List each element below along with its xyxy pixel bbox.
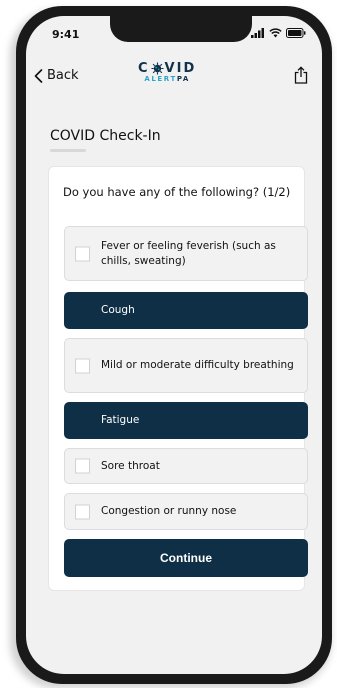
symptom-option-fever[interactable]: Fever or feeling feverish (such as chill…: [64, 226, 308, 281]
checkin-card: Do you have any of the following? (1/2) …: [48, 166, 308, 591]
share-icon: [294, 66, 308, 84]
chevron-left-icon: [34, 68, 43, 83]
status-icons: [251, 28, 306, 38]
symptom-option-breathing[interactable]: Mild or moderate difficulty breathing: [64, 338, 308, 393]
phone-screen: 9:41 Back C VID ALERTPA COVID Check-In D…: [26, 16, 322, 674]
option-label: Mild or moderate difficulty breathing: [101, 359, 294, 371]
symptom-option-sore-throat[interactable]: Sore throat: [64, 448, 308, 484]
continue-button[interactable]: Continue: [64, 539, 308, 577]
virus-icon: [151, 62, 164, 75]
checkbox[interactable]: [75, 458, 90, 474]
phone-frame: 9:41 Back C VID ALERTPA COVID Check-In D…: [16, 6, 332, 684]
battery-icon: [286, 28, 306, 38]
checkbox[interactable]: [75, 504, 90, 519]
option-label: Fatigue: [101, 414, 140, 426]
title-underline: [50, 149, 86, 152]
page-title: COVID Check-In: [50, 128, 161, 144]
logo-text-c: C: [138, 61, 150, 76]
symptom-option-congestion[interactable]: Congestion or runny nose: [64, 493, 308, 530]
logo-text-alert: ALERT: [144, 75, 177, 83]
covid-alert-pa-logo: C VID ALERTPA: [138, 62, 196, 83]
status-time: 9:41: [52, 28, 80, 41]
symptom-option-cough[interactable]: Cough: [64, 292, 308, 329]
app-header: Back C VID ALERTPA: [26, 54, 322, 104]
symptom-option-fatigue[interactable]: Fatigue: [64, 402, 308, 439]
back-label: Back: [47, 68, 79, 83]
option-label: Cough: [101, 304, 135, 316]
signal-icon: [251, 28, 264, 38]
logo-text-vid: VID: [164, 61, 197, 76]
option-label: Congestion or runny nose: [101, 505, 237, 517]
checkbox[interactable]: [75, 246, 90, 261]
back-button[interactable]: Back: [34, 68, 79, 83]
question-text: Do you have any of the following? (1/2): [63, 185, 291, 199]
logo-text-pa: PA: [176, 75, 190, 83]
wifi-icon: [269, 28, 282, 38]
option-label: Fever or feeling feverish (such as chill…: [101, 239, 276, 267]
notch: [110, 16, 252, 42]
share-button[interactable]: [294, 66, 308, 88]
checkbox[interactable]: [75, 358, 90, 373]
